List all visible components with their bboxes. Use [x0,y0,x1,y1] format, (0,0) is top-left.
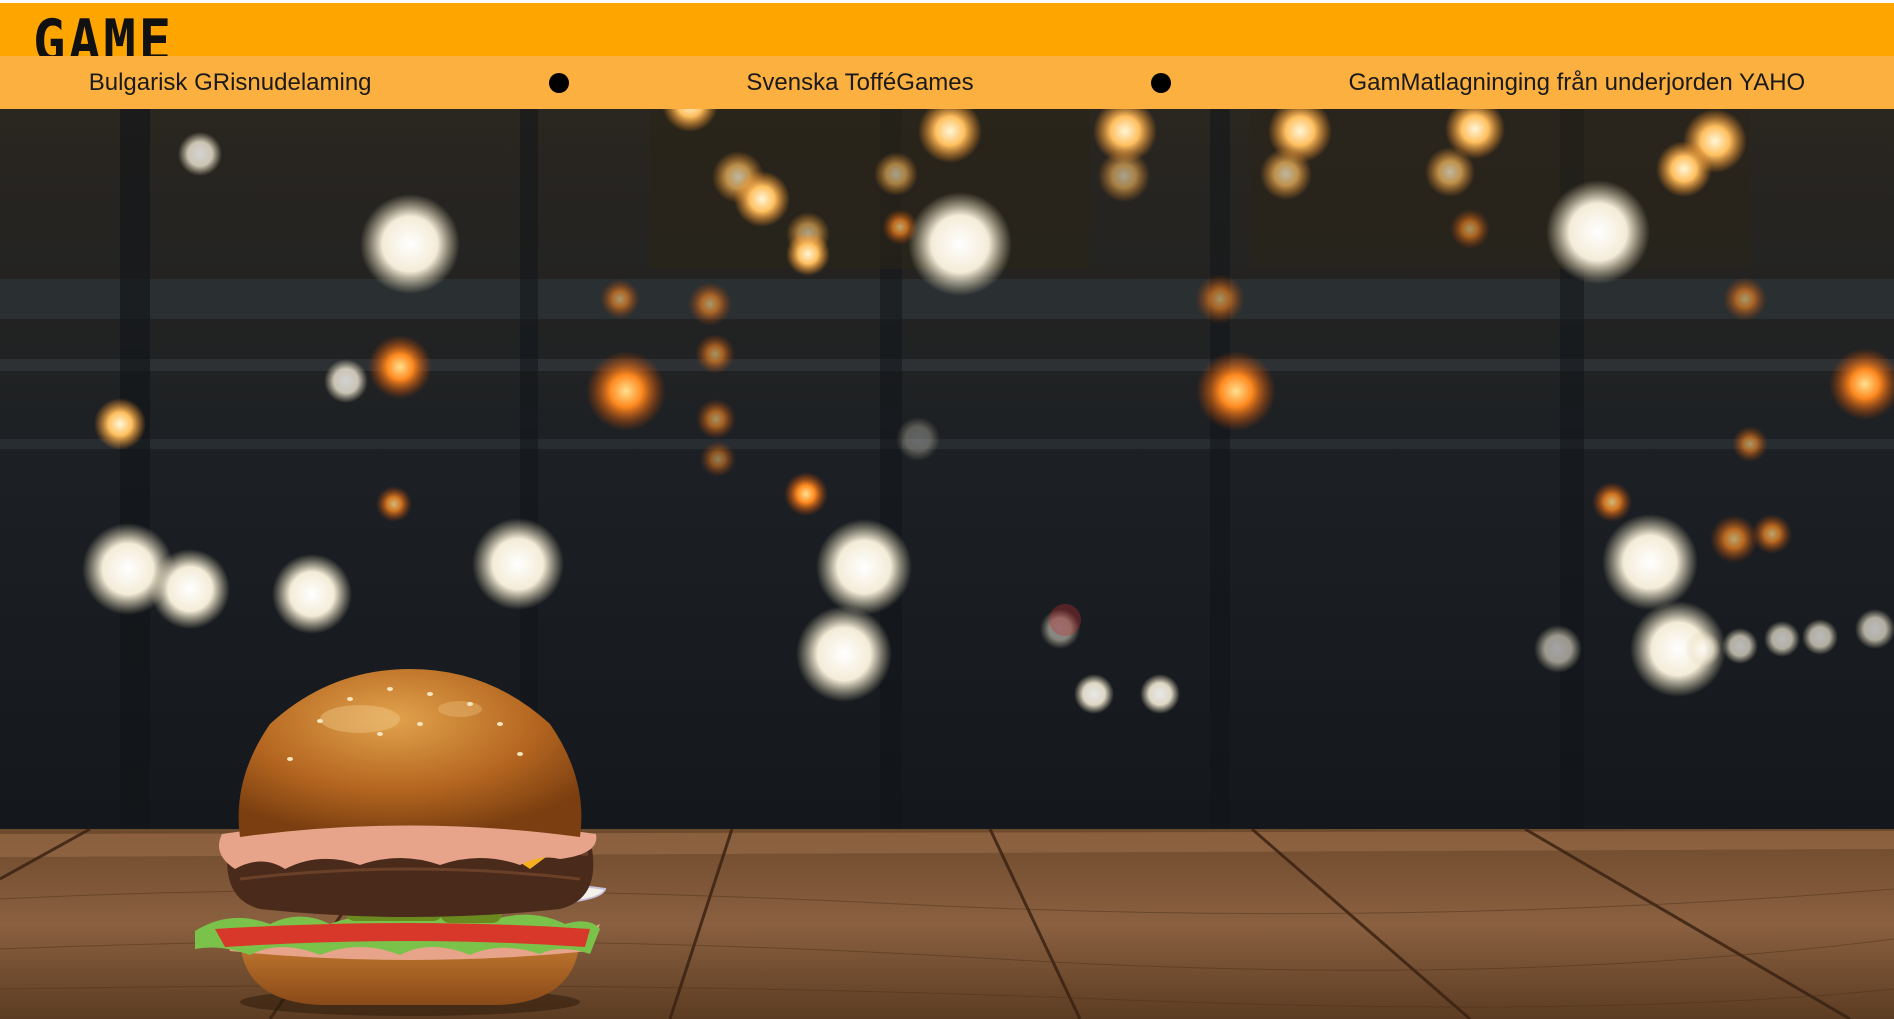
page: GAME Bulgarisk GRisnudelaming Svenska To… [0,0,1894,1019]
main-nav: Bulgarisk GRisnudelaming Svenska TofféGa… [0,56,1894,109]
site-logo[interactable]: GAME [33,9,174,59]
header-bar: GAME [0,3,1894,59]
nav-link-svenska[interactable]: Svenska TofféGames [746,69,973,97]
black-dot-icon [1151,72,1172,93]
hero-illustration [0,109,1894,1019]
nav-link-bulgarisk[interactable]: Bulgarisk GRisnudelaming [89,69,372,97]
black-dot-icon [548,72,569,93]
nav-link-gammatlagning[interactable]: GamMatlagninging från underjorden YAHO [1349,69,1806,97]
hero-image [0,109,1894,1019]
